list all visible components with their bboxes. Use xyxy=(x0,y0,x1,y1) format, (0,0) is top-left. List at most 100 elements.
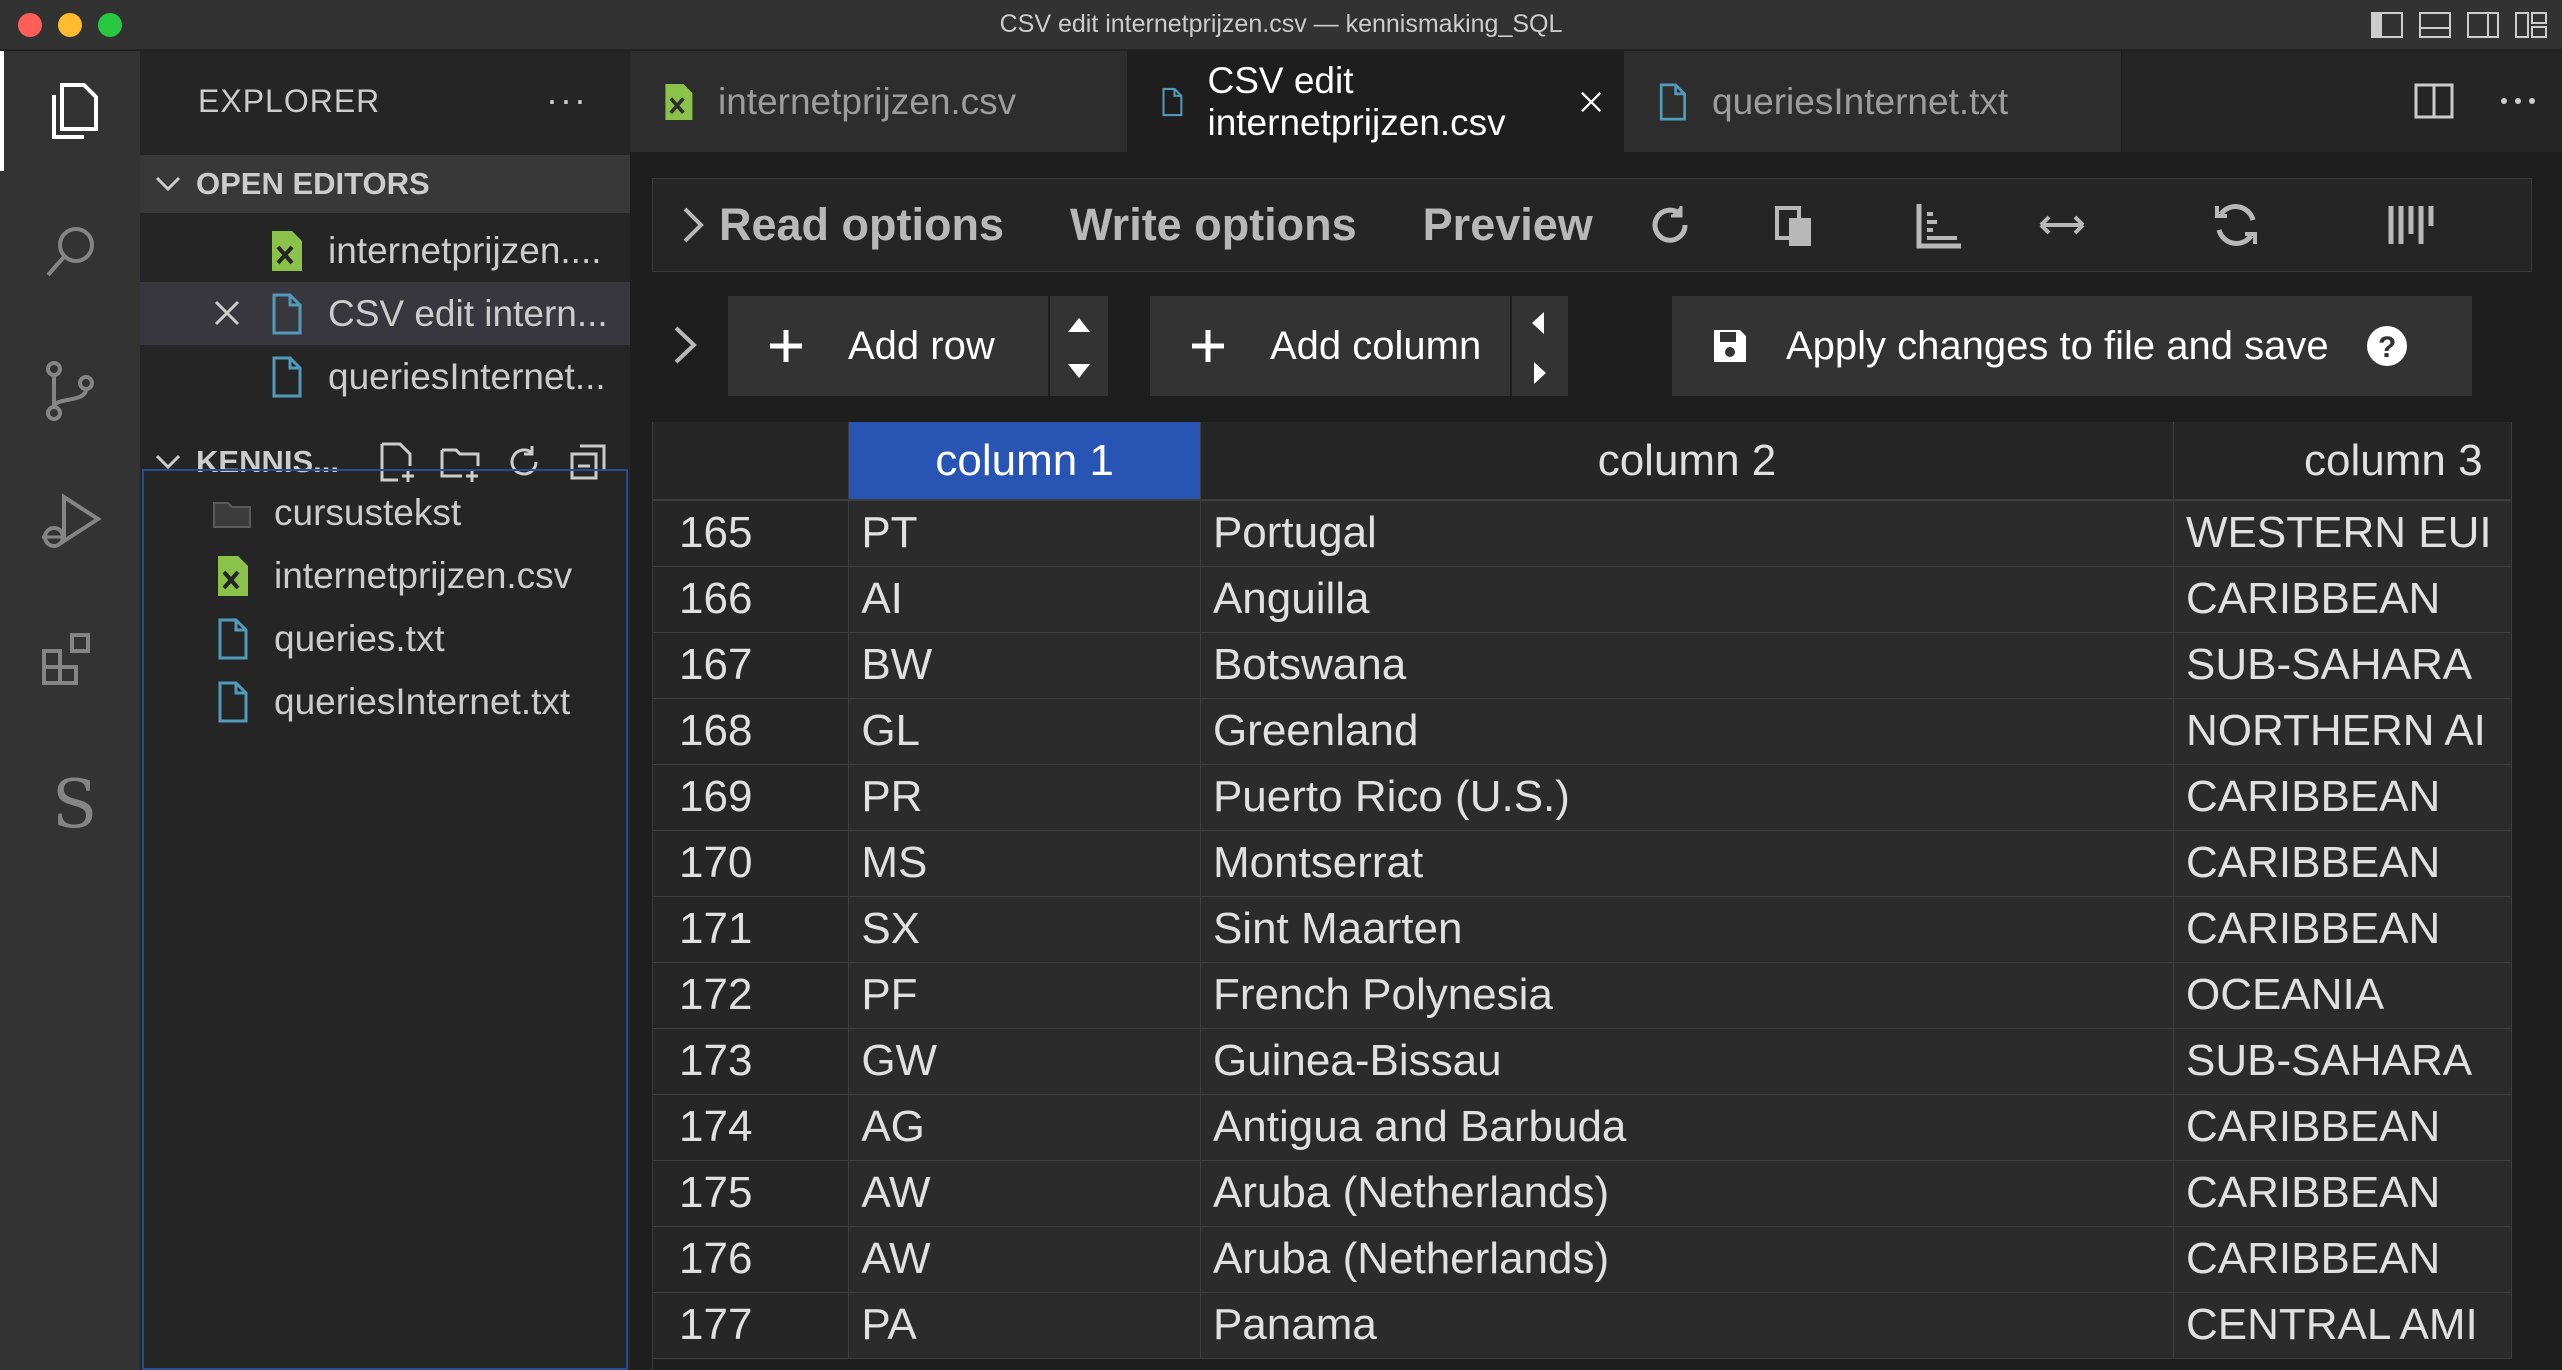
tab-internetprijzen-csv[interactable]: internetprijzen.csv xyxy=(630,51,1128,152)
resize-columns-icon[interactable] xyxy=(2035,198,2089,252)
toggle-panel-icon[interactable] xyxy=(2418,10,2452,40)
table-cell[interactable]: CENTRAL AMI xyxy=(2173,1292,2512,1359)
column-header[interactable]: column 2 xyxy=(1200,422,2175,501)
table-cell[interactable]: Panama xyxy=(1200,1292,2175,1359)
table-cell[interactable]: MS xyxy=(848,830,1201,897)
table-row[interactable]: 173 GW Guinea-Bissau SUB-SAHARA xyxy=(653,1028,2512,1095)
table-cell[interactable]: CARIBBEAN xyxy=(2173,830,2512,897)
column-header[interactable]: column 3 xyxy=(2173,422,2512,501)
table-cell[interactable]: GW xyxy=(848,1028,1201,1095)
source-control-activity[interactable] xyxy=(0,331,140,451)
tree-item-file[interactable]: queriesInternet.txt xyxy=(140,670,630,733)
row-number-cell[interactable]: 176 xyxy=(653,1226,850,1293)
tree-item-folder[interactable]: cursustekst xyxy=(140,481,630,544)
extensions-activity[interactable] xyxy=(0,601,140,721)
table-cell[interactable]: CARIBBEAN xyxy=(2173,896,2512,963)
table-cell[interactable]: CARIBBEAN xyxy=(2173,1094,2512,1161)
row-number-cell[interactable]: 174 xyxy=(653,1094,850,1161)
table-cell[interactable]: French Polynesia xyxy=(1200,962,2175,1029)
table-row[interactable]: 174 AG Antigua and Barbuda CARIBBEAN xyxy=(653,1094,2512,1161)
write-options-toggle[interactable]: Write options xyxy=(1070,199,1357,251)
table-cell[interactable]: CARIBBEAN xyxy=(2173,1160,2512,1227)
close-tab-icon[interactable] xyxy=(1579,86,1603,118)
open-editor-item[interactable]: queriesInternet... xyxy=(140,345,630,408)
table-cell[interactable]: AG xyxy=(848,1094,1201,1161)
tab-csv-edit[interactable]: CSV edit internetprijzen.csv xyxy=(1128,51,1624,152)
row-number-cell[interactable]: 172 xyxy=(653,962,850,1029)
table-cell[interactable]: PT xyxy=(848,500,1201,567)
table-row[interactable]: 165 PT Portugal WESTERN EUI xyxy=(653,500,2512,567)
table-cell[interactable]: Sint Maarten xyxy=(1200,896,2175,963)
open-editor-item-active[interactable]: CSV edit intern... xyxy=(140,282,630,345)
close-icon[interactable] xyxy=(212,298,242,328)
row-position-toggle[interactable] xyxy=(1050,296,1108,396)
table-cell[interactable]: AI xyxy=(848,566,1201,633)
read-options-toggle[interactable]: Read options xyxy=(681,199,1004,251)
row-number-header[interactable] xyxy=(653,422,850,501)
reload-icon[interactable] xyxy=(1643,198,1697,252)
apply-changes-button[interactable]: Apply changes to file and save ? xyxy=(1672,296,2472,396)
table-row[interactable]: 177 PA Panama CENTRAL AMI xyxy=(653,1292,2512,1359)
table-cell[interactable]: Puerto Rico (U.S.) xyxy=(1200,764,2175,831)
table-row[interactable]: 171 SX Sint Maarten CARIBBEAN xyxy=(653,896,2512,963)
table-row[interactable]: 172 PF French Polynesia OCEANIA xyxy=(653,962,2512,1029)
table-cell[interactable]: Antigua and Barbuda xyxy=(1200,1094,2175,1161)
search-activity[interactable] xyxy=(0,191,140,311)
table-cell[interactable]: CARIBBEAN xyxy=(2173,1226,2512,1293)
split-editor-icon[interactable] xyxy=(2410,77,2458,125)
table-cell[interactable]: OCEANIA xyxy=(2173,962,2512,1029)
table-row[interactable]: 175 AW Aruba (Netherlands) CARIBBEAN xyxy=(653,1160,2512,1227)
table-cell[interactable]: SUB-SAHARA xyxy=(2173,632,2512,699)
row-number-cell[interactable]: 175 xyxy=(653,1160,850,1227)
more-actions-button[interactable]: ··· xyxy=(546,79,588,121)
table-row[interactable]: 166 AI Anguilla CARIBBEAN xyxy=(653,566,2512,633)
table-cell[interactable]: AW xyxy=(848,1226,1201,1293)
table-cell[interactable]: Botswana xyxy=(1200,632,2175,699)
table-cell[interactable]: Aruba (Netherlands) xyxy=(1200,1160,2175,1227)
table-cell[interactable]: Portugal xyxy=(1200,500,2175,567)
table-cell[interactable]: GL xyxy=(848,698,1201,765)
table-cell[interactable]: CARIBBEAN xyxy=(2173,566,2512,633)
table-cell[interactable]: NORTHERN AI xyxy=(2173,698,2512,765)
table-cell[interactable]: WESTERN EUI xyxy=(2173,500,2512,567)
row-number-cell[interactable]: 170 xyxy=(653,830,850,897)
table-row[interactable]: 169 PR Puerto Rico (U.S.) CARIBBEAN xyxy=(653,764,2512,831)
table-row[interactable]: 176 AW Aruba (Netherlands) CARIBBEAN xyxy=(653,1226,2512,1293)
sync-icon[interactable] xyxy=(2209,198,2263,252)
table-cell[interactable]: Greenland xyxy=(1200,698,2175,765)
toggle-sidebar-icon[interactable] xyxy=(2370,10,2404,40)
row-number-cell[interactable]: 165 xyxy=(653,500,850,567)
table-row[interactable]: 168 GL Greenland NORTHERN AI xyxy=(653,698,2512,765)
add-row-button[interactable]: Add row xyxy=(728,296,1048,396)
table-cell[interactable]: PF xyxy=(848,962,1201,1029)
preview-toggle[interactable]: Preview xyxy=(1423,199,1593,251)
table-cell[interactable]: Aruba (Netherlands) xyxy=(1200,1226,2175,1293)
table-cell[interactable]: Guinea-Bissau xyxy=(1200,1028,2175,1095)
column-header[interactable]: column 1 xyxy=(848,422,1201,501)
table-cell[interactable]: BW xyxy=(848,632,1201,699)
row-number-cell[interactable]: 169 xyxy=(653,764,850,831)
row-number-cell[interactable]: 166 xyxy=(653,566,850,633)
table-cell[interactable]: PA xyxy=(848,1292,1201,1359)
table-cell[interactable]: AW xyxy=(848,1160,1201,1227)
row-number-cell[interactable]: 168 xyxy=(653,698,850,765)
column-position-toggle[interactable] xyxy=(1512,296,1568,396)
columns-icon[interactable] xyxy=(2383,198,2437,252)
table-cell[interactable]: SUB-SAHARA xyxy=(2173,1028,2512,1095)
table-row[interactable]: 167 BW Botswana SUB-SAHARA xyxy=(653,632,2512,699)
row-number-cell[interactable]: 171 xyxy=(653,896,850,963)
clipboard-icon[interactable] xyxy=(1767,198,1821,252)
row-number-cell[interactable]: 173 xyxy=(653,1028,850,1095)
table-row[interactable]: 170 MS Montserrat CARIBBEAN xyxy=(653,830,2512,897)
run-debug-activity[interactable] xyxy=(0,461,140,581)
add-column-button[interactable]: Add column xyxy=(1150,296,1510,396)
table-cell[interactable]: SX xyxy=(848,896,1201,963)
tab-queriesinternet-txt[interactable]: queriesInternet.txt xyxy=(1624,51,2122,152)
open-editor-item[interactable]: internetprijzen.... xyxy=(140,219,630,282)
table-cell[interactable]: PR xyxy=(848,764,1201,831)
tree-item-file[interactable]: queries.txt xyxy=(140,607,630,670)
ruler-icon[interactable] xyxy=(1911,198,1965,252)
tree-item-file[interactable]: internetprijzen.csv xyxy=(140,544,630,607)
help-icon[interactable]: ? xyxy=(2365,324,2409,368)
table-cell[interactable]: CARIBBEAN xyxy=(2173,764,2512,831)
